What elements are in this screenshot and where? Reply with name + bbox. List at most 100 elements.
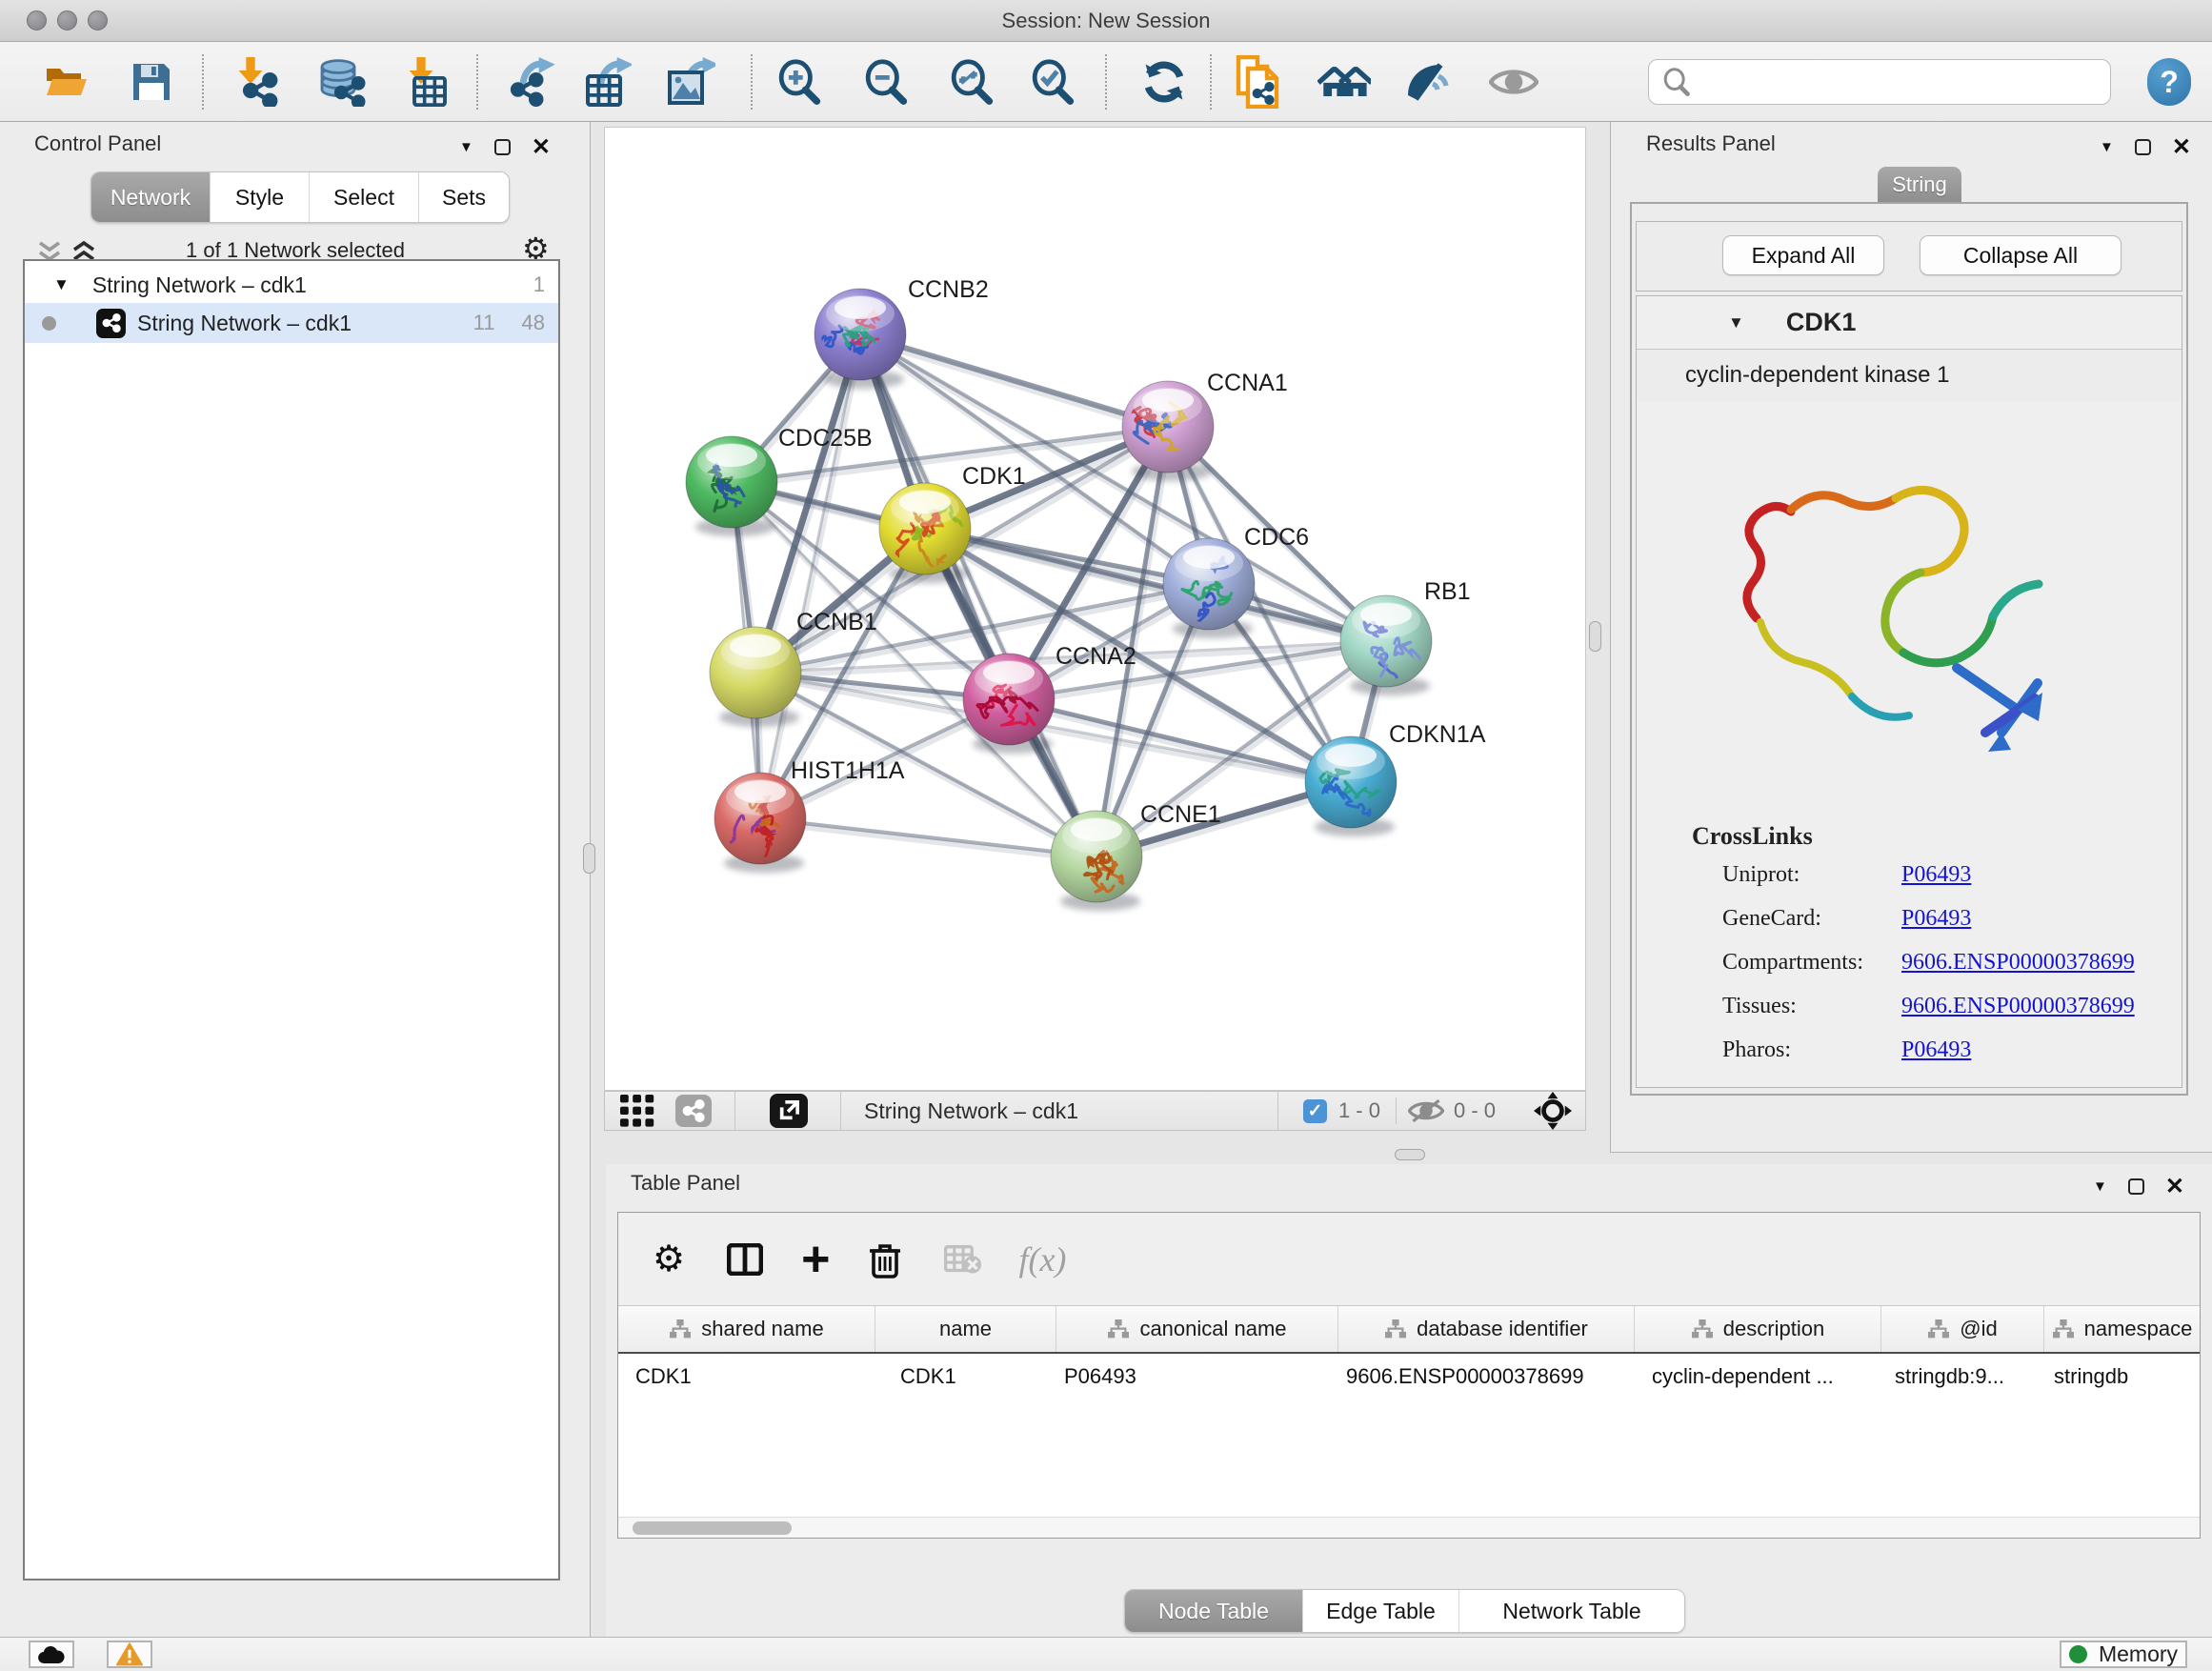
import-network-icon: [232, 57, 280, 107]
section-expander-icon[interactable]: ▼: [1728, 313, 1744, 332]
results-panel-float-icon[interactable]: ▼: [2100, 139, 2114, 155]
save-session-button[interactable]: [125, 53, 178, 111]
network-node-CCNB1[interactable]: [710, 627, 801, 727]
tab-edge-table[interactable]: Edge Table: [1302, 1590, 1458, 1632]
table-panel-close-icon[interactable]: ✕: [2165, 1173, 2184, 1200]
clone-network-button[interactable]: [1233, 53, 1286, 111]
control-panel-float-icon[interactable]: ▼: [459, 139, 473, 155]
results-panel-close-icon[interactable]: ✕: [2172, 133, 2191, 161]
export-image-button[interactable]: [665, 53, 718, 111]
results-button-bar: Expand All Collapse All: [1636, 221, 2182, 292]
table-options-gear-icon[interactable]: ⚙: [653, 1238, 685, 1280]
network-collection-row[interactable]: ▼ String Network – cdk1 1: [25, 265, 558, 305]
crosslink-uniprot-link[interactable]: P06493: [1901, 862, 1971, 888]
import-network-button[interactable]: [230, 53, 283, 111]
network-node-CDC6[interactable]: [1163, 538, 1255, 638]
column-header-shared-name[interactable]: shared name: [618, 1306, 875, 1352]
node-label-CCNA2: CCNA2: [1056, 643, 1136, 670]
cloud-button[interactable]: [29, 1641, 74, 1668]
column-header-name[interactable]: name: [875, 1306, 1056, 1352]
network-node-CCNE1[interactable]: [1051, 811, 1142, 911]
hidden-eye-slash-icon[interactable]: [1408, 1097, 1444, 1124]
selected-checkbox[interactable]: ✓: [1303, 1099, 1327, 1123]
column-header-namespace[interactable]: namespace: [2044, 1306, 2200, 1352]
crosslink-pharos-link[interactable]: P06493: [1901, 1037, 1971, 1063]
control-panel-close-icon[interactable]: ✕: [532, 133, 551, 161]
network-edge[interactable]: [760, 818, 1096, 856]
export-table-button[interactable]: [581, 53, 634, 111]
tab-node-table[interactable]: Node Table: [1125, 1590, 1302, 1632]
refresh-layout-button[interactable]: [1137, 53, 1191, 111]
export-network-button[interactable]: [507, 53, 560, 111]
crosslink-tissues-link[interactable]: 9606.ENSP00000378699: [1901, 994, 2135, 1019]
results-panel: Results Panel ▼ ✕ String Expand All Coll…: [1610, 122, 2212, 1153]
open-session-button[interactable]: [40, 53, 93, 111]
import-network-from-database-button[interactable]: [314, 53, 368, 111]
help-button[interactable]: ?: [2147, 58, 2191, 106]
collection-expander-icon[interactable]: ▼: [53, 275, 70, 294]
results-panel-maximize-icon[interactable]: [2135, 139, 2151, 155]
table-panel-float-icon[interactable]: ▼: [2093, 1178, 2107, 1195]
network-overview-button[interactable]: [675, 1095, 712, 1127]
network-edge[interactable]: [860, 334, 1168, 427]
search-input[interactable]: [1648, 59, 2111, 105]
crosslink-genecard-link[interactable]: P06493: [1901, 906, 1971, 932]
expand-all-button[interactable]: Expand All: [1722, 235, 1884, 275]
control-panel-maximize-icon[interactable]: [494, 139, 511, 155]
collapse-all-button[interactable]: Collapse All: [1920, 235, 2122, 275]
network-node-RB1[interactable]: [1340, 595, 1432, 698]
tab-select[interactable]: Select: [309, 172, 418, 222]
table-panel-maximize-icon[interactable]: [2128, 1178, 2144, 1195]
bottom-splitter-grip[interactable]: [1395, 1149, 1425, 1160]
show-columns-button[interactable]: [727, 1243, 763, 1276]
column-header-database-identifier[interactable]: database identifier: [1338, 1306, 1635, 1352]
tab-string[interactable]: String: [1878, 167, 1961, 203]
network-node-CDK1[interactable]: [879, 483, 971, 583]
crosslink-compartments-link[interactable]: 9606.ENSP00000378699: [1901, 950, 2135, 976]
toolbar-separator: [202, 54, 204, 110]
crosslink-label: Uniprot:: [1722, 862, 1800, 888]
toolbar-separator: [1105, 54, 1107, 110]
column-header-id[interactable]: @id: [1881, 1306, 2044, 1352]
tab-network[interactable]: Network: [91, 172, 210, 222]
tab-sets[interactable]: Sets: [418, 172, 509, 222]
network-row[interactable]: String Network – cdk1 11 48: [25, 303, 558, 343]
column-header-description[interactable]: description: [1635, 1306, 1881, 1352]
show-grid-button[interactable]: [620, 1095, 654, 1127]
scrollbar-thumb[interactable]: [633, 1521, 792, 1535]
table-horizontal-scrollbar[interactable]: [618, 1517, 2200, 1538]
network-node-HIST1H1A[interactable]: [714, 773, 806, 873]
network-node-CDC25B[interactable]: [686, 436, 777, 536]
hide-glass-effect-button[interactable]: [1402, 53, 1456, 111]
control-panel-tabs: Network Style Select Sets: [90, 171, 510, 223]
column-header-canonical-name[interactable]: canonical name: [1056, 1306, 1338, 1352]
zoom-fit-button[interactable]: [945, 53, 998, 111]
cdk1-section-header[interactable]: ▼ CDK1: [1637, 296, 2182, 350]
show-eye-button[interactable]: [1487, 53, 1540, 111]
export-network-icon: [510, 57, 557, 107]
open-external-button[interactable]: [770, 1094, 808, 1128]
right-splitter-grip[interactable]: [1589, 621, 1601, 652]
network-node-CCNA1[interactable]: [1122, 381, 1214, 481]
tab-network-table[interactable]: Network Table: [1458, 1590, 1684, 1632]
table-header-row: shared name name canonical name database…: [618, 1306, 2200, 1354]
network-node-CDKN1A[interactable]: [1305, 736, 1397, 836]
node-label-CCNB2: CCNB2: [908, 276, 989, 303]
tab-style[interactable]: Style: [210, 172, 309, 222]
results-panel-title: Results Panel: [1646, 131, 1776, 156]
warnings-button[interactable]: [107, 1641, 152, 1668]
search-icon: [1662, 68, 1691, 96]
string-home-button[interactable]: [1317, 53, 1371, 111]
network-canvas[interactable]: CCNB2CCNA1CDC25BCDK1CDC6RB1CCNB1CCNA2CDK…: [604, 127, 1586, 1091]
network-edge-shadow: [762, 338, 862, 822]
import-table-button[interactable]: [398, 53, 452, 111]
table-row[interactable]: CDK1 CDK1 P06493 9606.ENSP00000378699 cy…: [618, 1356, 2200, 1398]
zoom-selected-button[interactable]: [1026, 53, 1079, 111]
memory-button[interactable]: Memory: [2060, 1641, 2187, 1668]
zoom-out-button[interactable]: [859, 53, 913, 111]
left-splitter-grip[interactable]: [583, 843, 595, 874]
delete-column-button[interactable]: [868, 1240, 902, 1278]
birds-eye-toggle-button[interactable]: [1534, 1092, 1572, 1130]
create-column-button[interactable]: +: [801, 1240, 830, 1278]
zoom-in-button[interactable]: [773, 53, 826, 111]
